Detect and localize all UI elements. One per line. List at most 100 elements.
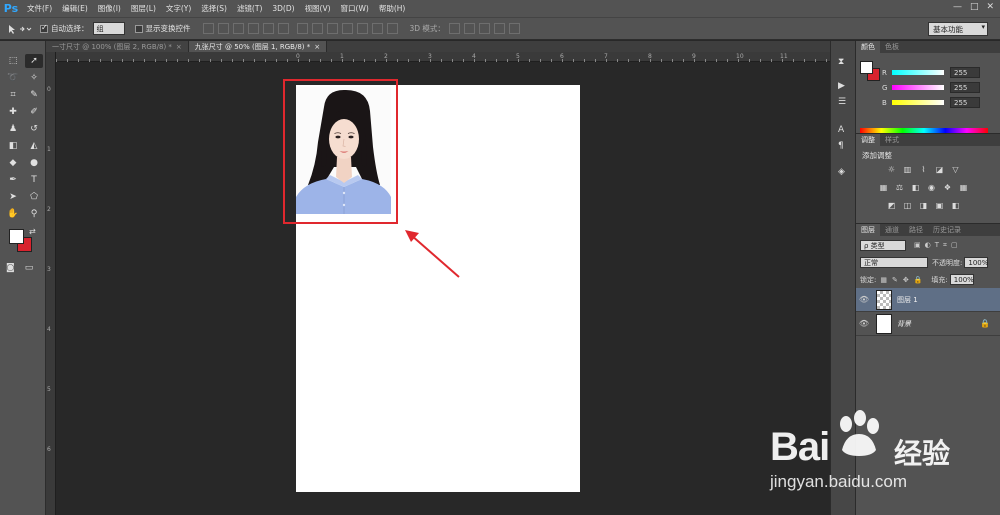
menu-help[interactable]: 帮助(H)	[374, 3, 411, 14]
history-brush-tool-icon[interactable]: ↺	[25, 122, 43, 136]
marquee-tool-icon[interactable]: ⬚	[4, 54, 22, 68]
slider-b-track[interactable]	[892, 100, 944, 105]
gradient-map-icon[interactable]: ▽	[950, 164, 961, 174]
dodge-tool-icon[interactable]: ●	[25, 156, 43, 170]
menu-3d[interactable]: 3D(D)	[267, 4, 299, 13]
move-tool-preset[interactable]	[6, 20, 40, 38]
3d-pan-icon[interactable]	[478, 23, 490, 34]
3d-panel-icon[interactable]: ◈	[838, 167, 845, 177]
paint-bucket-tool-icon[interactable]: ◭	[25, 139, 43, 153]
layer-row-background[interactable]: 👁 背景 🔒	[856, 312, 1000, 336]
tab-paths[interactable]: 路径	[904, 224, 928, 236]
foreground-color-swatch[interactable]	[860, 61, 873, 74]
curves-icon[interactable]: ⌇	[918, 164, 929, 174]
eraser-tool-icon[interactable]: ◧	[4, 139, 22, 153]
3d-scale-icon[interactable]	[508, 23, 520, 34]
shape-tool-icon[interactable]: ⬠	[25, 190, 43, 204]
tab-close-icon[interactable]: ×	[176, 43, 182, 51]
hand-tool-icon[interactable]: ✋	[4, 207, 22, 221]
bw-icon[interactable]: ◧	[910, 182, 921, 192]
invert-icon[interactable]: ◩	[886, 200, 897, 210]
properties-panel-icon[interactable]: ☰	[838, 97, 846, 107]
canvas-area[interactable]	[57, 63, 830, 515]
quick-mask-icon[interactable]: ◙	[6, 263, 15, 273]
foreground-color-swatch[interactable]	[9, 229, 24, 244]
actions-panel-icon[interactable]: ▶	[838, 81, 845, 91]
pen-tool-icon[interactable]: ✒	[4, 173, 22, 187]
vibrance-icon[interactable]: ▦	[878, 182, 889, 192]
selective-color-icon[interactable]: ▣	[934, 200, 945, 210]
align-bottom-icon[interactable]	[232, 23, 244, 34]
tab-one-inch[interactable]: 一寸尺寸 @ 100% (图层 2, RGB/8) * ×	[46, 41, 189, 52]
opacity-input[interactable]: 100%	[964, 257, 988, 268]
distribute-left-icon[interactable]	[341, 23, 353, 34]
threshold-icon[interactable]: ◨	[918, 200, 929, 210]
zoom-tool-icon[interactable]: ⚲	[25, 207, 43, 221]
eyedropper-tool-icon[interactable]: ✎	[25, 88, 43, 102]
lookup-icon[interactable]: ▦	[958, 182, 969, 192]
mixer-icon[interactable]: ❖	[942, 182, 953, 192]
blur-tool-icon[interactable]: ◆	[4, 156, 22, 170]
tab-close-icon[interactable]: ×	[314, 43, 320, 51]
align-right-icon[interactable]	[277, 23, 289, 34]
menu-type[interactable]: 文字(Y)	[161, 3, 196, 14]
fill-input[interactable]: 100%	[949, 274, 974, 285]
slider-r-track[interactable]	[892, 70, 944, 75]
slider-r-value[interactable]: 255	[950, 67, 980, 78]
menu-select[interactable]: 选择(S)	[196, 3, 232, 14]
tab-swatches[interactable]: 色板	[880, 41, 904, 53]
auto-align-icon[interactable]	[386, 23, 398, 34]
layer-filter-dropdown[interactable]: ρ 类型	[860, 240, 906, 251]
balance-icon[interactable]: ⚖	[894, 182, 905, 192]
menu-layer[interactable]: 图层(L)	[126, 3, 161, 14]
slider-g-value[interactable]: 255	[950, 82, 980, 93]
distribute-vcenter-icon[interactable]	[311, 23, 323, 34]
screen-mode-icon[interactable]: ▭	[25, 263, 34, 273]
menu-image[interactable]: 图像(I)	[93, 3, 126, 14]
layer-row-1[interactable]: 👁 图层 1	[856, 288, 1000, 312]
distribute-bottom-icon[interactable]	[326, 23, 338, 34]
magic-wand-tool-icon[interactable]: ✧	[25, 71, 43, 85]
move-tool-icon[interactable]: ➚	[25, 54, 43, 68]
photo-filter-icon[interactable]: ◉	[926, 182, 937, 192]
history-panel-icon[interactable]: ⧗	[838, 57, 844, 67]
character-panel-icon[interactable]: A	[838, 125, 844, 135]
exposure-icon[interactable]: ◪	[934, 164, 945, 174]
brightness-icon[interactable]: ☼	[886, 164, 897, 174]
eye-icon[interactable]: 👁	[856, 295, 872, 304]
menu-edit[interactable]: 编辑(E)	[57, 3, 93, 14]
close-icon[interactable]: ✕	[986, 2, 994, 12]
tab-adjustments[interactable]: 调整	[856, 134, 880, 146]
tab-layers[interactable]: 图层	[856, 224, 880, 236]
menu-filter[interactable]: 滤镜(T)	[232, 3, 267, 14]
menu-file[interactable]: 文件(F)	[22, 3, 57, 14]
distribute-top-icon[interactable]	[296, 23, 308, 34]
slider-g-track[interactable]	[892, 85, 944, 90]
tab-history[interactable]: 历史记录	[928, 224, 966, 236]
path-selection-tool-icon[interactable]: ➤	[4, 190, 22, 204]
3d-slide-icon[interactable]	[493, 23, 505, 34]
tab-nine-sheet[interactable]: 九张尺寸 @ 50% (图层 1, RGB/8) * ×	[188, 41, 328, 52]
tab-channels[interactable]: 通道	[880, 224, 904, 236]
swap-colors-icon[interactable]: ⇄	[29, 227, 36, 236]
3d-roll-icon[interactable]	[463, 23, 475, 34]
show-transform-checkbox[interactable]	[134, 24, 143, 33]
crop-tool-icon[interactable]: ⌗	[4, 88, 22, 102]
lock-icons[interactable]: ▦✎✥🔒	[880, 276, 927, 284]
align-hcenter-icon[interactable]	[262, 23, 274, 34]
align-left-icon[interactable]	[247, 23, 259, 34]
auto-select-checkbox[interactable]	[40, 23, 48, 33]
slider-b-value[interactable]: 255	[950, 97, 980, 108]
workspace-dropdown[interactable]: 基本功能 ▾	[928, 22, 988, 36]
distribute-right-icon[interactable]	[371, 23, 383, 34]
maximize-icon[interactable]: □	[970, 2, 979, 12]
menu-view[interactable]: 视图(V)	[300, 3, 336, 14]
align-vcenter-icon[interactable]	[217, 23, 229, 34]
align-top-icon[interactable]	[202, 23, 214, 34]
lasso-tool-icon[interactable]: ➰	[4, 71, 22, 85]
blend-mode-dropdown[interactable]: 正常	[860, 257, 928, 268]
posterize-icon[interactable]: ◫	[902, 200, 913, 210]
tab-color[interactable]: 颜色	[856, 41, 880, 53]
3d-rotate-icon[interactable]	[448, 23, 460, 34]
brush-tool-icon[interactable]: ✐	[25, 105, 43, 119]
